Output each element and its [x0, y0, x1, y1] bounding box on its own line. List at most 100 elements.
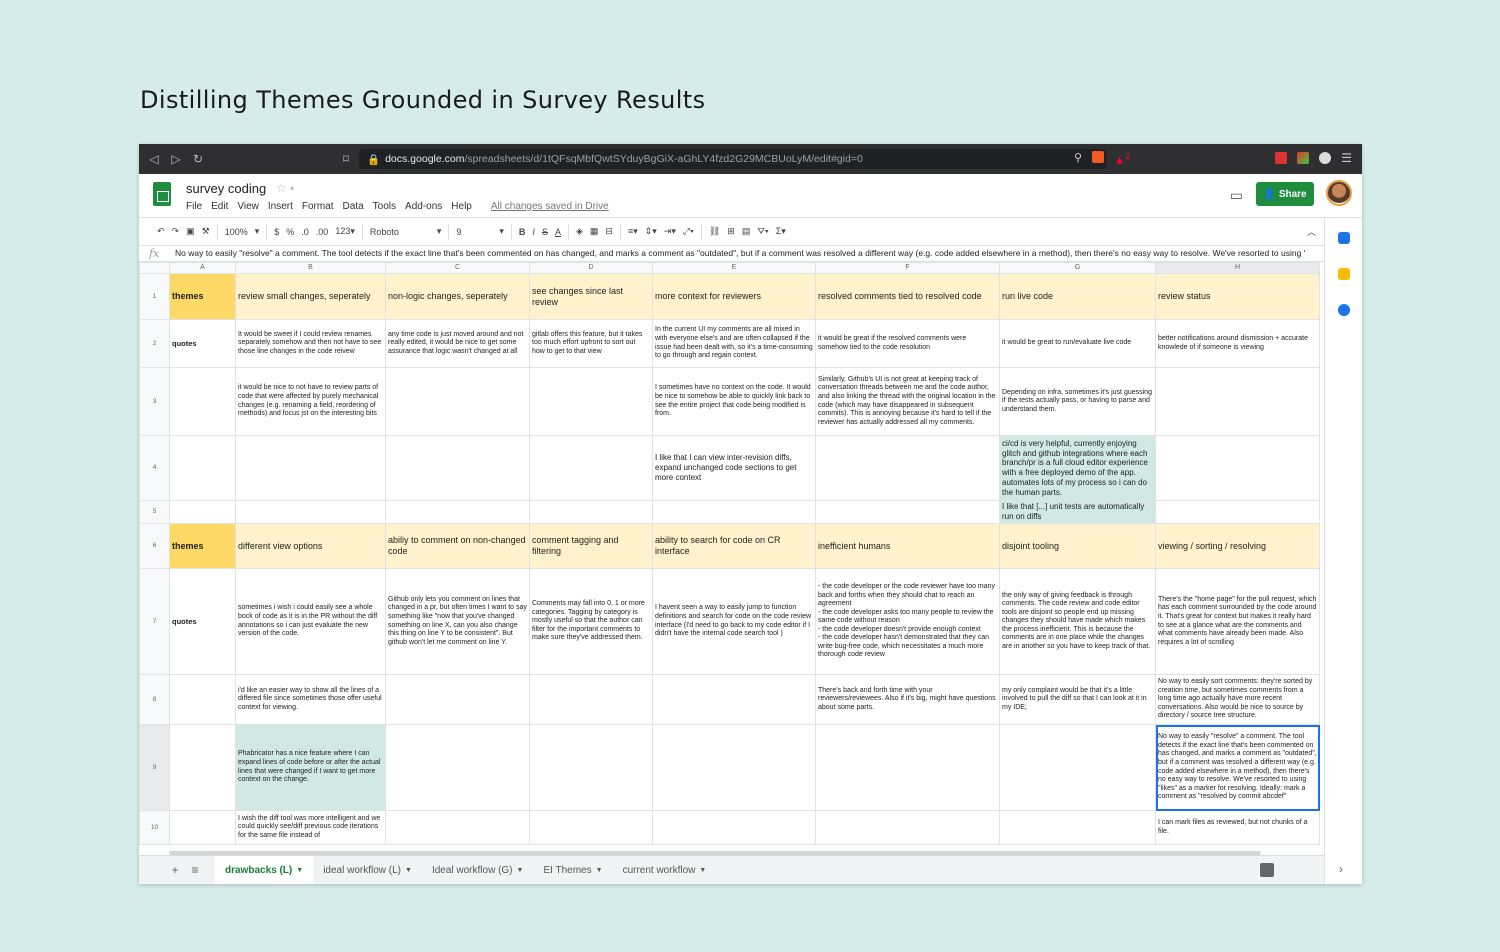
quote-cell[interactable]: [529, 435, 653, 501]
share-button[interactable]: 👤 Share: [1256, 182, 1314, 206]
keep-icon[interactable]: [1338, 268, 1350, 280]
extension-color-icon[interactable]: [1297, 152, 1310, 164]
quote-cell[interactable]: I havent seen a way to easily jump to fu…: [652, 568, 816, 675]
forward-icon[interactable]: ▷: [165, 152, 187, 166]
row-label-cell[interactable]: themes: [169, 523, 236, 569]
star-folder-icons[interactable]: ☆ ▪: [276, 181, 294, 195]
insert-chart-icon[interactable]: ▤: [742, 226, 751, 237]
quote-cell[interactable]: I like that [...] unit tests are automat…: [999, 500, 1156, 524]
theme-cell[interactable]: comment tagging and filtering: [529, 523, 653, 569]
zoom-icon[interactable]: ⚲: [1074, 151, 1082, 167]
chevron-down-icon[interactable]: ▼: [405, 867, 412, 874]
functions-icon[interactable]: Σ▾: [776, 226, 786, 237]
row-label-cell[interactable]: [169, 810, 236, 845]
theme-cell[interactable]: run live code: [999, 273, 1156, 320]
select-all-corner[interactable]: [139, 262, 170, 274]
more-formats-button[interactable]: 123▾: [335, 226, 355, 237]
row-header[interactable]: 4: [139, 435, 170, 501]
theme-cell[interactable]: review status: [1155, 273, 1320, 320]
menu-data[interactable]: Data: [343, 201, 364, 212]
all-sheets-icon[interactable]: ≡: [185, 863, 205, 877]
column-header-b[interactable]: B: [235, 262, 386, 274]
column-header-g[interactable]: G: [999, 262, 1156, 274]
quote-cell[interactable]: gitlab offers this feature, but it takes…: [529, 319, 653, 368]
zoom-select[interactable]: 100%: [225, 227, 248, 237]
text-color-button[interactable]: A: [555, 227, 561, 237]
quote-cell[interactable]: [385, 367, 530, 436]
menu-edit[interactable]: Edit: [211, 201, 228, 212]
save-status-link[interactable]: All changes saved in Drive: [491, 201, 609, 212]
chevron-down-icon[interactable]: ▼: [517, 867, 524, 874]
theme-cell[interactable]: ability to search for code on CR interfa…: [652, 523, 816, 569]
back-icon[interactable]: ◁: [143, 152, 165, 166]
quote-cell[interactable]: [652, 724, 816, 811]
menu-tools[interactable]: Tools: [373, 201, 396, 212]
filter-icon[interactable]: ⛛▾: [757, 226, 768, 237]
quote-cell[interactable]: [1155, 500, 1320, 524]
quote-cell[interactable]: Similarly, Github's UI is not great at k…: [815, 367, 1000, 436]
row-label-cell[interactable]: [169, 674, 236, 725]
theme-cell[interactable]: non-logic changes, seperately: [385, 273, 530, 320]
quote-cell[interactable]: No way to easily sort comments: they're …: [1155, 674, 1320, 725]
row-label-cell[interactable]: [169, 367, 236, 436]
menu-file[interactable]: File: [186, 201, 202, 212]
font-size-select[interactable]: 9: [456, 227, 492, 237]
column-header-d[interactable]: D: [529, 262, 653, 274]
print-icon[interactable]: ▣: [186, 226, 195, 237]
chevron-down-icon[interactable]: ▼: [296, 867, 303, 874]
theme-cell[interactable]: viewing / sorting / resolving: [1155, 523, 1320, 569]
profile-icon[interactable]: [1319, 152, 1332, 164]
bold-button[interactable]: B: [519, 227, 526, 237]
fill-color-icon[interactable]: ◈: [576, 226, 583, 237]
row-header[interactable]: 7: [139, 568, 170, 675]
quote-cell[interactable]: There's back and forth time with your re…: [815, 674, 1000, 725]
document-title[interactable]: survey coding: [186, 181, 266, 196]
column-header-f[interactable]: F: [815, 262, 1000, 274]
quote-cell[interactable]: [385, 724, 530, 811]
theme-cell[interactable]: abiliy to comment on non-changed code: [385, 523, 530, 569]
tasks-icon[interactable]: [1338, 304, 1350, 316]
row-label-cell[interactable]: [169, 724, 236, 811]
wrap-icon[interactable]: ⇥▾: [664, 226, 676, 237]
theme-cell[interactable]: see changes since last review: [529, 273, 653, 320]
chevron-down-icon[interactable]: ▼: [596, 867, 603, 874]
quote-cell[interactable]: [652, 674, 816, 725]
row-label-cell[interactable]: quotes: [169, 568, 236, 675]
row-label-cell[interactable]: [169, 500, 236, 524]
menu-view[interactable]: View: [237, 201, 259, 212]
quote-cell[interactable]: [529, 674, 653, 725]
quote-cell[interactable]: In the current UI my comments are all mi…: [652, 319, 816, 368]
sheet-tab[interactable]: Ideal workflow (G) ▼: [422, 856, 534, 885]
row-header[interactable]: 10: [139, 810, 170, 845]
quote-cell[interactable]: I sometimes have no context on the code.…: [652, 367, 816, 436]
sheet-tab[interactable]: drawbacks (L) ▼: [215, 855, 314, 884]
quote-cell[interactable]: Phabricator has a nice feature where I c…: [235, 724, 386, 811]
theme-cell[interactable]: review small changes, seperately: [235, 273, 386, 320]
theme-cell[interactable]: more context for reviewers: [652, 273, 816, 320]
column-header-a[interactable]: A: [169, 262, 236, 274]
quote-cell[interactable]: No way to easily "resolve" a comment. Th…: [1155, 724, 1320, 811]
quote-cell[interactable]: i'd like an easier way to show all the l…: [235, 674, 386, 725]
explore-icon[interactable]: [1260, 863, 1274, 877]
quote-cell[interactable]: [529, 367, 653, 436]
quote-cell[interactable]: Comments may fall into 0, 1 or more cate…: [529, 568, 653, 675]
increase-decimal-button[interactable]: .00: [316, 227, 329, 237]
quote-cell[interactable]: I wish the diff tool was more intelligen…: [235, 810, 386, 845]
expand-panel-icon[interactable]: ›: [1339, 862, 1343, 876]
quote-cell[interactable]: [815, 500, 1000, 524]
link-icon[interactable]: ⛓: [709, 226, 720, 237]
sheet-tab[interactable]: EI Themes ▼: [533, 856, 612, 885]
paint-format-icon[interactable]: ⚒: [202, 226, 210, 237]
rewards-icon[interactable]: ▲2: [1114, 151, 1130, 167]
strikethrough-button[interactable]: S: [542, 227, 548, 237]
menu-format[interactable]: Format: [302, 201, 334, 212]
quote-cell[interactable]: sometimes i wish i could easily see a wh…: [235, 568, 386, 675]
browser-menu-icon[interactable]: ☰: [1341, 151, 1352, 165]
quote-cell[interactable]: [235, 435, 386, 501]
undo-icon[interactable]: ↶: [157, 226, 165, 237]
quote-cell[interactable]: [815, 810, 1000, 845]
add-sheet-icon[interactable]: +: [165, 863, 185, 877]
formula-input[interactable]: No way to easily "resolve" a comment. Th…: [175, 248, 1305, 258]
column-header-c[interactable]: C: [385, 262, 530, 274]
quote-cell[interactable]: my only complaint would be that it's a l…: [999, 674, 1156, 725]
